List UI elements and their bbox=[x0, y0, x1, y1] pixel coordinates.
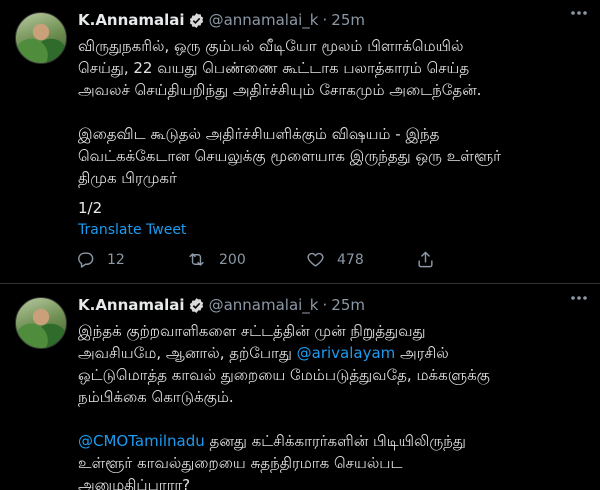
like-button[interactable]: 478 bbox=[306, 250, 416, 269]
avatar[interactable] bbox=[15, 12, 67, 64]
more-options-icon[interactable] bbox=[566, 288, 592, 308]
avatar[interactable] bbox=[15, 297, 67, 349]
tweet-line: ஒட்டுமொத்த காவல் துறையை மேம்படுத்துவதே, … bbox=[78, 366, 490, 384]
tweet-actions: 12 200 478 bbox=[76, 250, 447, 269]
tweet-line: இதைவிட கூடுதல் அதிர்ச்சியளிக்கும் விஷயம்… bbox=[78, 125, 440, 143]
mention-link[interactable]: @arivalayam bbox=[297, 344, 396, 362]
tweet-header: K.Annamalai @annamalai_k · 25m bbox=[78, 294, 590, 316]
thread-counter: 1/2 bbox=[78, 199, 103, 217]
author-name[interactable]: K.Annamalai bbox=[78, 296, 185, 314]
reply-icon bbox=[78, 252, 94, 268]
like-count: 478 bbox=[337, 251, 364, 268]
separator-dot: · bbox=[322, 296, 328, 314]
tweet-line: @CMOTamilnadu தனது கட்சிக்காரர்களின் பிட… bbox=[78, 430, 584, 452]
share-icon bbox=[418, 251, 433, 268]
tweet-line: விருதுநகரில், ஒரு கும்பல் வீடியோ மூலம் ப… bbox=[78, 37, 464, 55]
translate-tweet-link[interactable]: Translate Tweet bbox=[78, 222, 186, 238]
reply-button[interactable]: 12 bbox=[76, 250, 186, 269]
retweet-button[interactable]: 200 bbox=[186, 250, 306, 269]
tweet-line: அவலச் செய்தியறிந்து அதிர்ச்சியும் சோகமும… bbox=[78, 81, 482, 99]
tweet-line: திமுக பிரமுகர் bbox=[78, 169, 177, 187]
tweet[interactable]: K.Annamalai @annamalai_k · 25m இந்தக் கு… bbox=[0, 285, 600, 490]
retweet-count: 200 bbox=[219, 251, 246, 268]
tweet-text-segment: தனது கட்சிக்காரர்களின் பிடியிலிருந்து bbox=[204, 432, 466, 450]
reply-count: 12 bbox=[107, 251, 125, 268]
share-button[interactable] bbox=[416, 250, 447, 269]
tweet-line: அனுமதிப்பாரா? bbox=[78, 476, 191, 490]
author-name[interactable]: K.Annamalai bbox=[78, 11, 185, 29]
tweet-line: உள்ளூர் காவல்துறையை சுதந்திரமாக செயல்பட bbox=[78, 454, 403, 472]
author-handle[interactable]: @annamalai_k bbox=[209, 296, 319, 314]
tweet-text-segment: அவசியமே, ஆனால், தற்போது bbox=[78, 344, 297, 362]
tweet-text: விருதுநகரில், ஒரு கும்பல் வீடியோ மூலம் ப… bbox=[78, 35, 584, 189]
more-options-icon[interactable] bbox=[566, 3, 592, 23]
verified-badge-icon bbox=[188, 12, 205, 29]
author-handle[interactable]: @annamalai_k bbox=[209, 11, 319, 29]
tweet[interactable]: K.Annamalai @annamalai_k · 25m விருதுநகர… bbox=[0, 0, 600, 284]
tweet-text-segment: அரசில் bbox=[395, 344, 449, 362]
timestamp[interactable]: 25m bbox=[331, 11, 365, 29]
verified-badge-icon bbox=[188, 297, 205, 314]
tweet-line: வெட்கக்கேடான செயலுக்கு மூளையாக இருந்தது … bbox=[78, 147, 501, 165]
tweet-text: இந்தக் குற்றவாளிகளை சட்டத்தின் முன் நிறு… bbox=[78, 320, 584, 490]
heart-icon bbox=[307, 252, 324, 267]
timestamp[interactable]: 25m bbox=[331, 296, 365, 314]
separator-dot: · bbox=[322, 11, 328, 29]
tweet-line: செய்து, 22 வயது பெண்ணை கூட்டாக பலாத்காரம… bbox=[78, 59, 470, 77]
tweet-line: அவசியமே, ஆனால், தற்போது @arivalayam அரசி… bbox=[78, 342, 584, 364]
tweet-line: நம்பிக்கை கொடுக்கும். bbox=[78, 388, 234, 406]
mention-link[interactable]: @CMOTamilnadu bbox=[78, 432, 205, 450]
retweet-icon bbox=[189, 253, 204, 266]
tweet-header: K.Annamalai @annamalai_k · 25m bbox=[78, 9, 590, 31]
tweet-line: இந்தக் குற்றவாளிகளை சட்டத்தின் முன் நிறு… bbox=[78, 322, 426, 340]
